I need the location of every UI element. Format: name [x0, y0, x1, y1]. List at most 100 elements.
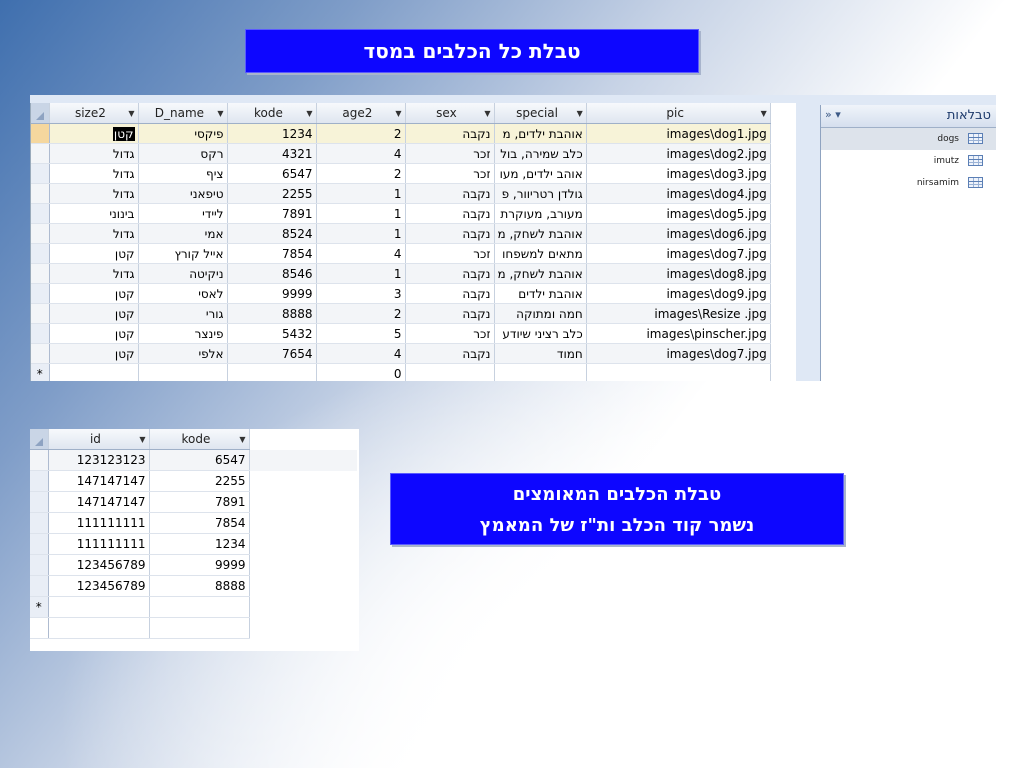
row-selector[interactable]	[30, 470, 49, 492]
table-cell[interactable]: images\dog8.jpg	[586, 263, 771, 284]
table-cell[interactable]: 1234	[227, 123, 317, 144]
row-selector[interactable]	[30, 554, 49, 576]
navigation-pane-header[interactable]: » ▾ טבלאות	[821, 105, 996, 128]
table-cell[interactable]: קטן	[49, 123, 139, 144]
table-cell[interactable]: גדול	[49, 263, 139, 284]
select-all-corner[interactable]	[30, 429, 49, 450]
table-cell[interactable]: נקבה	[405, 183, 495, 204]
table-cell[interactable]: images\pinscher.jpg	[586, 323, 771, 344]
table-cell[interactable]: זכר	[405, 243, 495, 264]
table-row[interactable]: 147147147 2255	[30, 470, 357, 492]
table-cell[interactable]: ניקיטה	[138, 263, 228, 284]
table-cell[interactable]: 123456789	[48, 575, 150, 597]
table-cell[interactable]: images\Resize .jpg	[586, 303, 771, 324]
table-cell[interactable]: 6547	[227, 163, 317, 184]
table-row[interactable]: קטן לאסי 9999 3 נקבה אוהבת ילדים images\dog9.j…	[31, 283, 771, 304]
table-cell[interactable]: קטן	[49, 303, 139, 324]
table-cell[interactable]: images\dog4.jpg	[586, 183, 771, 204]
table-cell[interactable]: חמוד	[494, 343, 587, 364]
table-cell[interactable]: 4	[316, 243, 406, 264]
table-cell[interactable]: נקבה	[405, 263, 495, 284]
table-row[interactable]: 111111111 1234	[30, 533, 357, 555]
table-cell[interactable]: images\dog7.jpg	[586, 343, 771, 364]
table-cell[interactable]: קטן	[49, 243, 139, 264]
new-record-marker[interactable]: *	[30, 596, 49, 618]
table-row[interactable]: גדול אמי 8524 1 נקבה אוהבת לשחק, מ images\dog6…	[31, 223, 771, 244]
pane-controls-icon[interactable]: » ▾	[825, 108, 841, 121]
column-header-d-name[interactable]: D_name ▼	[138, 103, 228, 124]
row-selector[interactable]	[31, 163, 50, 184]
new-record-row[interactable]: * 0	[31, 363, 771, 381]
table-cell[interactable]: אלפי	[138, 343, 228, 364]
chevron-down-icon[interactable]: ▼	[128, 109, 134, 118]
nav-item-imutz[interactable]: imutz	[821, 150, 996, 172]
table-row[interactable]: 147147147 7891	[30, 491, 357, 513]
table-cell[interactable]: 147147147	[48, 470, 150, 492]
table-row[interactable]: בינוני ליידי 7891 1 נקבה מעורב, מעוקרת images\…	[31, 203, 771, 224]
table-cell[interactable]: 7891	[149, 491, 250, 513]
row-selector[interactable]	[31, 263, 50, 284]
table-cell[interactable]: פיקסי	[138, 123, 228, 144]
table-cell[interactable]: 7654	[227, 343, 317, 364]
table-row[interactable]: גדול רקס 4321 4 זכר כלב שמירה, בול images\dog2…	[31, 143, 771, 164]
table-cell[interactable]: אוהבת לשחק, מ	[494, 223, 587, 244]
chevron-down-icon[interactable]: ▼	[484, 109, 490, 118]
table-cell[interactable]: אוהבת ילדים, מ	[494, 123, 587, 144]
table-cell[interactable]: נקבה	[405, 303, 495, 324]
table-cell[interactable]: 5432	[227, 323, 317, 344]
column-header-kode[interactable]: kode ▼	[227, 103, 317, 124]
chevron-down-icon[interactable]: ▼	[306, 109, 312, 118]
table-cell[interactable]: גורי	[138, 303, 228, 324]
table-cell[interactable]: קטן	[49, 323, 139, 344]
table-cell[interactable]: בינוני	[49, 203, 139, 224]
table-cell[interactable]: חמה ומתוקה	[494, 303, 587, 324]
table-cell[interactable]: 2255	[149, 470, 250, 492]
table-cell[interactable]	[494, 363, 587, 381]
table-cell[interactable]: 1	[316, 223, 406, 244]
table-cell[interactable]: כלב רציני שיודע	[494, 323, 587, 344]
table-cell[interactable]: גדול	[49, 223, 139, 244]
table-cell[interactable]	[49, 363, 139, 381]
table-cell[interactable]: אוהבת לשחק, מ	[494, 263, 587, 284]
table-cell[interactable]: images\dog5.jpg	[586, 203, 771, 224]
table-cell[interactable]: images\dog7.jpg	[586, 243, 771, 264]
table-row[interactable]: גדול ציף 6547 2 זכר אוהב ילדים, מעו images\dog…	[31, 163, 771, 184]
table-cell[interactable]: 3	[316, 283, 406, 304]
table-cell[interactable]: images\dog1.jpg	[586, 123, 771, 144]
table-cell[interactable]: 7854	[227, 243, 317, 264]
row-selector[interactable]	[31, 243, 50, 264]
table-row[interactable]: קטן פינצר 5432 5 זכר כלב רציני שיודע images\pi…	[31, 323, 771, 344]
table-cell[interactable]: 5	[316, 323, 406, 344]
table-cell[interactable]: גדול	[49, 163, 139, 184]
table-cell[interactable]	[227, 363, 317, 381]
table-cell[interactable]: גדול	[49, 143, 139, 164]
table-cell[interactable]: אוהבת ילדים	[494, 283, 587, 304]
table-cell[interactable]: 2	[316, 303, 406, 324]
row-selector[interactable]	[31, 183, 50, 204]
table-cell[interactable]: גולדן רטריוור, פ	[494, 183, 587, 204]
column-header-size2[interactable]: size2 ▼	[49, 103, 139, 124]
row-selector[interactable]	[31, 323, 50, 344]
chevron-down-icon[interactable]: ▼	[139, 435, 145, 444]
table-cell[interactable]: מתאים למשפחו	[494, 243, 587, 264]
row-selector[interactable]	[30, 512, 49, 534]
chevron-down-icon[interactable]: ▼	[239, 435, 245, 444]
table-cell[interactable]: 4	[316, 343, 406, 364]
table-cell[interactable]: נקבה	[405, 283, 495, 304]
table-cell[interactable]: 7891	[227, 203, 317, 224]
table-cell[interactable]: 8888	[149, 575, 250, 597]
row-selector[interactable]	[31, 203, 50, 224]
table-cell[interactable]: 4321	[227, 143, 317, 164]
table-cell[interactable]: 6547	[149, 449, 250, 471]
table-cell[interactable]: אמי	[138, 223, 228, 244]
table-cell[interactable]: 1	[316, 183, 406, 204]
new-record-row[interactable]: *	[30, 596, 357, 618]
table-cell[interactable]: ליידי	[138, 203, 228, 224]
table-cell[interactable]: זכר	[405, 143, 495, 164]
row-selector[interactable]	[31, 283, 50, 304]
table-cell[interactable]: אוהב ילדים, מעו	[494, 163, 587, 184]
table-cell[interactable]: 111111111	[48, 512, 150, 534]
table-cell[interactable]: רקס	[138, 143, 228, 164]
table-cell[interactable]: קטן	[49, 283, 139, 304]
table-row[interactable]: 123123123 6547	[30, 449, 357, 471]
